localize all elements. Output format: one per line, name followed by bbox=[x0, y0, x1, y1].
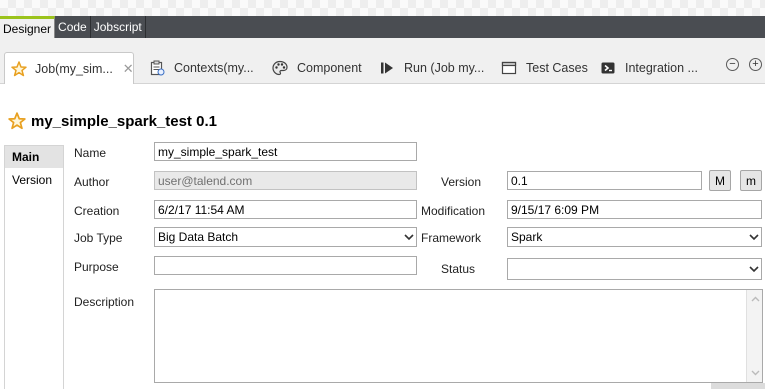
version-label: Version bbox=[441, 175, 482, 189]
tab-test-cases-label: Test Cases bbox=[526, 61, 588, 75]
tab-contexts-label: Contexts(my... bbox=[174, 61, 254, 75]
purpose-field[interactable] bbox=[154, 256, 417, 275]
page-title: my_simple_spark_test 0.1 bbox=[8, 112, 217, 130]
view-tab-bar: Job(my_sim... ✕ Contexts(my... Component… bbox=[0, 38, 765, 84]
job-type-value: Big Data Batch bbox=[158, 230, 239, 244]
test-cases-window-icon bbox=[500, 59, 518, 77]
version-field[interactable]: 0.1 bbox=[507, 171, 702, 190]
framework-select[interactable]: Spark bbox=[507, 227, 762, 247]
tab-run[interactable]: Run (Job my... bbox=[378, 52, 484, 84]
mode-bar-filler bbox=[146, 16, 765, 38]
modification-field[interactable]: 9/15/17 6:09 PM bbox=[507, 200, 762, 219]
major-version-button[interactable]: M bbox=[709, 170, 731, 191]
scroll-down-icon[interactable] bbox=[747, 366, 763, 380]
scroll-up-icon[interactable] bbox=[747, 292, 763, 306]
chevron-down-icon[interactable] bbox=[747, 265, 761, 273]
maximize-icon[interactable]: + bbox=[749, 58, 762, 71]
author-field: user@talend.com bbox=[154, 171, 417, 190]
integration-arrow-icon bbox=[599, 59, 617, 77]
tab-integration[interactable]: Integration ... bbox=[599, 52, 698, 84]
tab-job-label: Job(my_sim... bbox=[35, 61, 113, 76]
job-type-select[interactable]: Big Data Batch bbox=[154, 227, 417, 247]
side-item-version[interactable]: Version bbox=[5, 168, 63, 190]
purpose-label: Purpose bbox=[74, 260, 119, 274]
job-properties-panel: my_simple_spark_test 0.1 Main Version Na… bbox=[0, 84, 765, 389]
creation-field[interactable]: 6/2/17 11:54 AM bbox=[154, 200, 417, 219]
minor-version-button[interactable]: m bbox=[740, 170, 762, 191]
tab-jobscript[interactable]: Jobscript bbox=[91, 16, 146, 38]
tab-test-cases[interactable]: Test Cases bbox=[500, 52, 588, 84]
side-item-main[interactable]: Main bbox=[5, 146, 63, 168]
top-background-strip bbox=[0, 0, 765, 16]
job-title-text: my_simple_spark_test 0.1 bbox=[31, 112, 217, 130]
description-text bbox=[155, 290, 762, 294]
job-star-icon bbox=[11, 60, 27, 78]
name-label: Name bbox=[74, 146, 107, 160]
framework-value: Spark bbox=[511, 230, 543, 244]
tab-component-label: Component bbox=[297, 61, 362, 75]
tab-integration-label: Integration ... bbox=[625, 61, 698, 75]
description-scrollbar[interactable] bbox=[746, 290, 762, 382]
tab-job[interactable]: Job(my_sim... ✕ bbox=[4, 52, 134, 84]
partial-button-edge bbox=[711, 383, 765, 389]
author-label: Author bbox=[74, 175, 110, 189]
name-field[interactable]: my_simple_spark_test bbox=[154, 142, 417, 161]
tab-component[interactable]: Component bbox=[271, 52, 362, 84]
close-icon[interactable]: ✕ bbox=[123, 61, 134, 77]
contexts-clipboard-icon bbox=[148, 59, 166, 77]
run-play-icon bbox=[378, 59, 396, 77]
chevron-down-icon[interactable] bbox=[747, 233, 761, 241]
palette-icon bbox=[271, 59, 289, 77]
modification-label: Modification bbox=[421, 204, 486, 218]
properties-side-nav: Main Version bbox=[4, 145, 64, 389]
tab-code[interactable]: Code bbox=[55, 16, 91, 38]
minimize-icon[interactable]: − bbox=[726, 58, 739, 71]
status-select[interactable] bbox=[507, 258, 762, 280]
status-label: Status bbox=[441, 262, 476, 276]
description-textarea[interactable] bbox=[154, 289, 763, 383]
job-star-icon bbox=[8, 112, 26, 130]
tab-designer[interactable]: Designer bbox=[0, 16, 56, 38]
job-type-label: Job Type bbox=[74, 231, 123, 245]
description-label: Description bbox=[74, 295, 135, 309]
tab-contexts[interactable]: Contexts(my... bbox=[148, 52, 254, 84]
tab-run-label: Run (Job my... bbox=[404, 61, 485, 75]
chevron-down-icon[interactable] bbox=[402, 233, 416, 241]
editor-mode-bar: Designer Code Jobscript bbox=[0, 16, 765, 38]
framework-label: Framework bbox=[421, 231, 482, 245]
creation-label: Creation bbox=[74, 204, 120, 218]
